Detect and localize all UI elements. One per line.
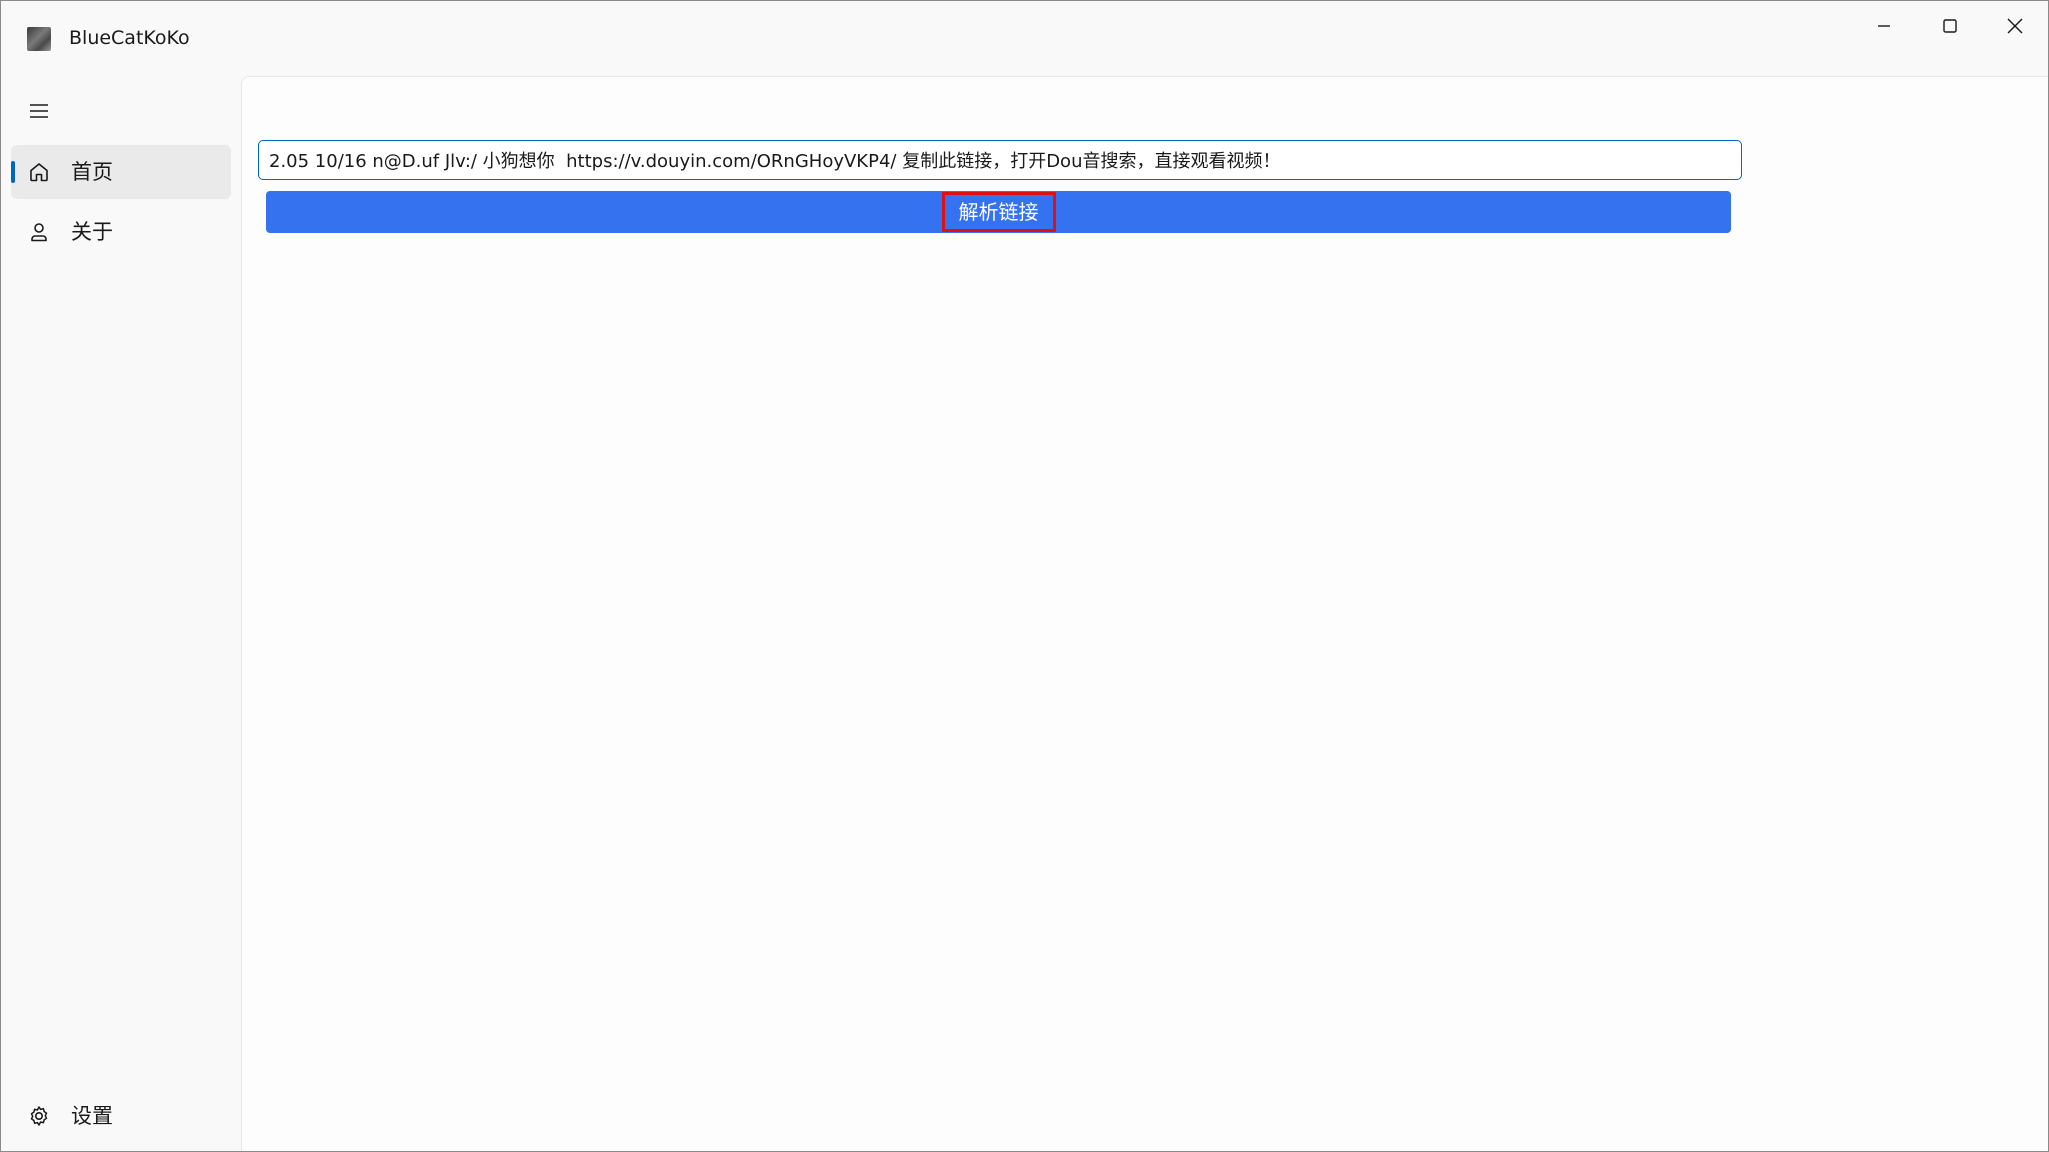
menu-toggle-button[interactable] xyxy=(15,89,63,133)
app-window: BlueCatKoKo 首页 关于 设置 2.05 10/16 n@D.uf J… xyxy=(0,0,2049,1152)
sidebar-item-label: 首页 xyxy=(71,160,113,184)
main-content: 解析链接 xyxy=(241,76,2048,1151)
selection-indicator xyxy=(11,161,15,183)
home-icon xyxy=(30,163,48,182)
navigation-sidebar: 首页 关于 设置 xyxy=(1,75,241,1151)
sidebar-item-settings[interactable]: 设置 xyxy=(11,1089,231,1143)
close-icon xyxy=(2007,18,2023,34)
maximize-icon xyxy=(1943,19,1957,33)
sidebar-item-about[interactable]: 关于 xyxy=(11,205,231,259)
link-input[interactable] xyxy=(258,140,1742,180)
gear-icon xyxy=(30,1106,48,1126)
parse-link-button[interactable]: 解析链接 xyxy=(266,191,1731,233)
minimize-icon xyxy=(1878,25,1890,27)
title-bar[interactable]: BlueCatKoKo xyxy=(1,1,2048,75)
sidebar-item-label: 设置 xyxy=(71,1104,113,1128)
maximize-button[interactable] xyxy=(1917,1,1983,51)
hamburger-menu-icon xyxy=(30,104,48,118)
app-logo-icon xyxy=(27,27,51,51)
sidebar-item-label: 关于 xyxy=(71,220,113,244)
person-icon xyxy=(31,223,47,242)
parse-button-label: 解析链接 xyxy=(941,192,1056,232)
sidebar-item-home[interactable]: 首页 xyxy=(11,145,231,199)
close-button[interactable] xyxy=(1982,1,2048,51)
minimize-button[interactable] xyxy=(1851,1,1917,51)
app-title: BlueCatKoKo xyxy=(69,27,190,49)
